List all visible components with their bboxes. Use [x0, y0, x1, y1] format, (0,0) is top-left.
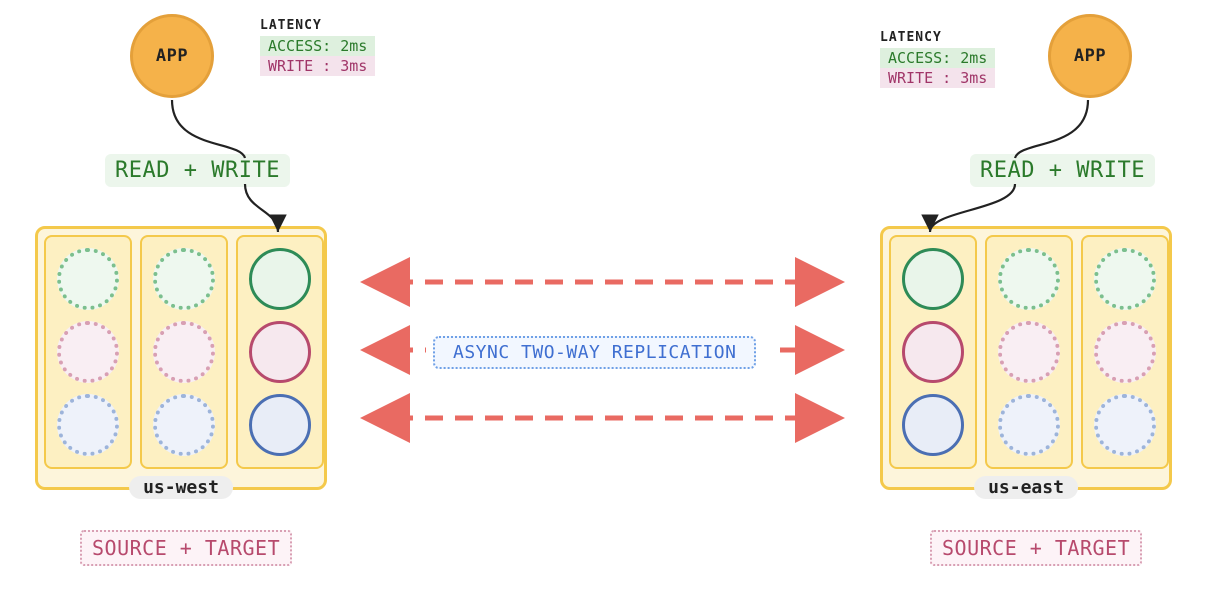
shard-node: [153, 394, 215, 456]
region-name-label: us-west: [129, 476, 233, 499]
shard-node: [1094, 321, 1156, 383]
region-name-label: us-east: [974, 476, 1078, 499]
shard-node-primary: [902, 394, 964, 456]
app-label: APP: [156, 46, 188, 66]
latency-header: LATENCY: [880, 30, 995, 45]
shard-node: [1094, 248, 1156, 310]
replication-label: ASYNC TWO-WAY REPLICATION: [433, 336, 756, 369]
region-column: [1081, 235, 1169, 469]
shard-node: [57, 248, 119, 310]
shard-node-primary: [249, 321, 311, 383]
read-write-pill-right: READ + WRITE: [970, 154, 1155, 187]
latency-header: LATENCY: [260, 18, 375, 33]
latency-access: ACCESS: 2ms: [260, 36, 375, 56]
shard-node: [998, 321, 1060, 383]
latency-access: ACCESS: 2ms: [880, 48, 995, 68]
app-arrow-right: [1015, 100, 1088, 158]
region-right: us-east: [880, 226, 1172, 490]
app-label: APP: [1074, 46, 1106, 66]
app-circle-right: APP: [1048, 14, 1132, 98]
shard-node: [998, 394, 1060, 456]
latency-write: WRITE : 3ms: [880, 68, 995, 88]
latency-write: WRITE : 3ms: [260, 56, 375, 76]
app-circle-left: APP: [130, 14, 214, 98]
latency-box-right: LATENCY ACCESS: 2ms WRITE : 3ms: [880, 30, 995, 88]
region-column: [140, 235, 228, 469]
rw-label: READ + WRITE: [980, 158, 1145, 183]
app-arrow-left: [245, 184, 278, 232]
shard-node: [1094, 394, 1156, 456]
region-column: [985, 235, 1073, 469]
shard-node: [998, 248, 1060, 310]
region-column-primary: [236, 235, 324, 469]
shard-node: [57, 394, 119, 456]
region-column: [44, 235, 132, 469]
role-pill-right: SOURCE + TARGET: [930, 530, 1142, 566]
region-left: us-west: [35, 226, 327, 490]
shard-node: [57, 321, 119, 383]
shard-node-primary: [902, 248, 964, 310]
shard-node: [153, 248, 215, 310]
latency-box-left: LATENCY ACCESS: 2ms WRITE : 3ms: [260, 18, 375, 76]
shard-node-primary: [902, 321, 964, 383]
shard-node-primary: [249, 248, 311, 310]
app-arrow-left: [172, 100, 245, 158]
shard-node: [153, 321, 215, 383]
role-pill-left: SOURCE + TARGET: [80, 530, 292, 566]
region-column-primary: [889, 235, 977, 469]
shard-node-primary: [249, 394, 311, 456]
app-arrow-right: [930, 184, 1015, 232]
rw-label: READ + WRITE: [115, 158, 280, 183]
read-write-pill-left: READ + WRITE: [105, 154, 290, 187]
